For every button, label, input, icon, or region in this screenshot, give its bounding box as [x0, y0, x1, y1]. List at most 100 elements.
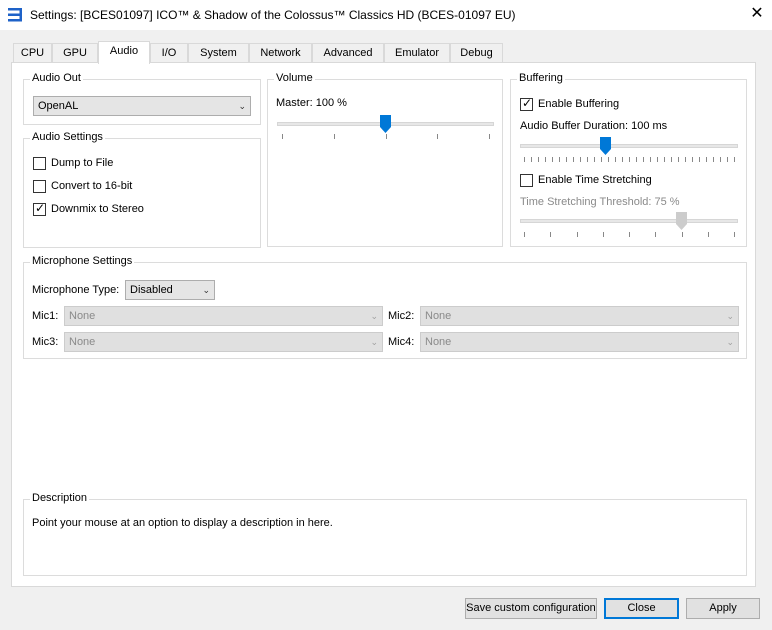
slider-tick — [573, 157, 574, 162]
chevron-down-icon: ⌄ — [370, 311, 378, 321]
tab-system[interactable]: System — [188, 43, 249, 63]
slider-tick — [608, 157, 609, 162]
microphone-type-label: Microphone Type: — [32, 284, 120, 296]
slider-tick — [580, 157, 581, 162]
slider-tick — [657, 157, 658, 162]
rpcs3-app-icon — [8, 8, 22, 22]
mic3-label: Mic3: — [32, 336, 59, 348]
description-title: Description — [30, 492, 90, 504]
slider-tick — [713, 157, 714, 162]
apply-button[interactable]: Apply — [686, 598, 760, 619]
mic2-value: None — [425, 310, 452, 322]
buffer-duration-label: Audio Buffer Duration: 100 ms — [520, 120, 668, 132]
slider-tick — [594, 157, 595, 162]
checkbox-box[interactable] — [33, 180, 46, 193]
slider-tick — [678, 157, 679, 162]
tab-cpu[interactable]: CPU — [13, 43, 52, 63]
audio-settings-title: Audio Settings — [30, 131, 105, 143]
slider-tick — [576, 232, 578, 237]
tab-debug[interactable]: Debug — [450, 43, 503, 63]
microphone-type-select[interactable]: Disabled ⌄ — [125, 280, 215, 300]
microphone-settings-group: Microphone Settings Microphone Type: Dis… — [23, 255, 747, 359]
slider-tick — [643, 157, 644, 162]
mic1-label: Mic1: — [32, 310, 59, 322]
slider-tick — [671, 157, 672, 162]
buffer-duration-track[interactable] — [520, 144, 738, 148]
mic1-select: None ⌄ — [64, 306, 383, 326]
slider-tick — [734, 232, 735, 237]
audio-out-select[interactable]: OpenAL ⌄ — [33, 96, 251, 116]
master-volume-label: Master: 100 % — [276, 97, 347, 109]
buffer-duration-ticks — [524, 157, 735, 163]
slider-tick — [650, 157, 651, 162]
slider-tick — [707, 232, 709, 237]
checkbox-box[interactable]: ✓ — [33, 201, 46, 216]
slider-tick — [706, 157, 707, 162]
slider-tick — [524, 157, 525, 162]
checkbox-box[interactable]: ✓ — [520, 96, 533, 111]
audio-tab-panel: Audio Out OpenAL ⌄ Audio Settings Dump t… — [11, 62, 756, 587]
slider-tick — [655, 232, 657, 237]
slider-tick — [437, 134, 439, 139]
stretch-threshold-track — [520, 219, 738, 223]
mic4-value: None — [425, 336, 452, 348]
slider-tick — [385, 134, 387, 139]
mic4-select: None ⌄ — [420, 332, 739, 352]
slider-tick — [545, 157, 546, 162]
checkbox-label: Dump to File — [51, 157, 114, 169]
stretch-threshold-label: Time Stretching Threshold: 75 % — [520, 196, 680, 208]
master-volume-ticks — [282, 134, 490, 140]
slider-tick — [601, 157, 602, 162]
checkbox-box[interactable] — [33, 157, 46, 170]
tab-emulator[interactable]: Emulator — [384, 43, 450, 63]
slider-tick — [734, 157, 735, 162]
slider-tick — [629, 157, 630, 162]
close-button[interactable]: Close — [604, 598, 679, 619]
volume-title: Volume — [274, 72, 315, 84]
master-volume-slider-thumb[interactable] — [380, 115, 391, 133]
mic3-value: None — [69, 336, 96, 348]
mic2-select: None ⌄ — [420, 306, 739, 326]
slider-tick — [489, 134, 490, 139]
slider-tick — [685, 157, 686, 162]
chevron-down-icon: ⌄ — [726, 337, 734, 347]
tab-advanced[interactable]: Advanced — [312, 43, 384, 63]
title-bar: Settings: [BCES01097] ICO™ & Shadow of t… — [0, 0, 772, 30]
checkbox-label: Downmix to Stereo — [51, 203, 144, 215]
slider-tick — [615, 157, 616, 162]
tab-network[interactable]: Network — [249, 43, 312, 63]
buffering-title: Buffering — [517, 72, 565, 84]
checkbox-label: Enable Time Stretching — [538, 174, 652, 186]
chevron-down-icon: ⌄ — [370, 337, 378, 347]
slider-tick — [602, 232, 604, 237]
stretch-threshold-slider-thumb — [675, 212, 687, 230]
microphone-settings-title: Microphone Settings — [30, 255, 135, 267]
slider-tick — [622, 157, 623, 162]
checkbox-label: Enable Buffering — [538, 98, 620, 110]
slider-tick — [587, 157, 588, 162]
checkmark-icon: ✓ — [35, 201, 46, 215]
buffering-group: Buffering ✓ Enable Buffering Audio Buffe… — [510, 72, 747, 247]
tab-audio[interactable]: Audio — [98, 41, 150, 64]
chevron-down-icon: ⌄ — [726, 311, 734, 321]
description-text: Point your mouse at an option to display… — [32, 517, 333, 529]
slider-tick — [636, 157, 637, 162]
close-window-icon[interactable]: ✕ — [742, 0, 772, 30]
tab-gpu[interactable]: GPU — [52, 43, 98, 63]
tab-io[interactable]: I/O — [150, 43, 188, 63]
slider-tick — [699, 157, 700, 162]
audio-out-title: Audio Out — [30, 72, 83, 84]
slider-tick — [333, 134, 335, 139]
buffer-duration-slider-thumb[interactable] — [599, 137, 611, 155]
checkmark-icon: ✓ — [522, 96, 533, 110]
slider-tick — [664, 157, 665, 162]
slider-tick — [566, 157, 567, 162]
chevron-down-icon: ⌄ — [202, 285, 210, 295]
audio-settings-group: Audio Settings Dump to File Convert to 1… — [23, 131, 261, 248]
mic4-label: Mic4: — [388, 336, 415, 348]
mic1-value: None — [69, 310, 96, 322]
save-custom-configuration-button[interactable]: Save custom configuration — [465, 598, 597, 619]
slider-tick — [629, 232, 630, 237]
microphone-type-value: Disabled — [130, 284, 173, 296]
checkbox-box[interactable] — [520, 174, 533, 187]
